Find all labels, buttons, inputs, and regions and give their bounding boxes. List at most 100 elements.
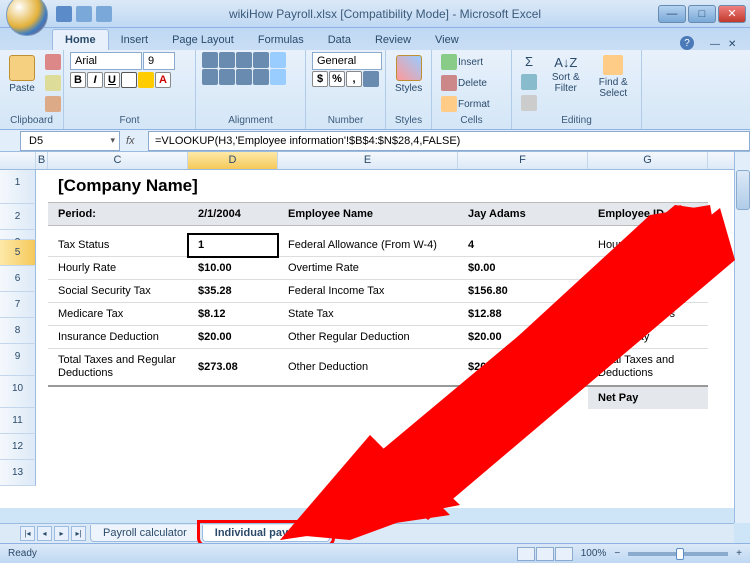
increase-decimal-button[interactable] xyxy=(363,71,379,87)
zoom-thumb[interactable] xyxy=(676,548,684,560)
vertical-scrollbar[interactable] xyxy=(734,152,750,523)
sheet-tab-payroll-calculator[interactable]: Payroll calculator xyxy=(90,525,200,542)
zoom-in-button[interactable]: + xyxy=(736,548,742,559)
close-button[interactable]: ✕ xyxy=(718,5,746,23)
format-cells-button[interactable]: Format xyxy=(438,94,493,114)
cell[interactable]: Total Taxes and Regular Deductions xyxy=(48,349,188,387)
insert-cells-button[interactable]: Insert xyxy=(438,52,486,72)
row-header[interactable]: 7 xyxy=(0,292,36,318)
font-size-box[interactable]: 9 xyxy=(143,52,175,70)
cell[interactable]: Total Taxes and Deductions xyxy=(588,349,708,387)
wrap-text-button[interactable] xyxy=(270,52,286,68)
merge-button[interactable] xyxy=(270,69,286,85)
cell[interactable]: Overtime Rate xyxy=(278,257,458,280)
cell[interactable]: Vacation Hours xyxy=(588,280,708,303)
cell[interactable]: 4 xyxy=(458,234,588,257)
cell[interactable]: Gross Pay xyxy=(588,326,708,349)
formula-input[interactable]: =VLOOKUP(H3,'Employee information'!$B$4:… xyxy=(148,131,750,151)
cell-d5[interactable]: 1 xyxy=(188,234,278,257)
undo-icon[interactable] xyxy=(76,6,92,22)
cell[interactable]: $20.00 xyxy=(188,326,278,349)
clear-button[interactable] xyxy=(518,93,540,113)
tab-formulas[interactable]: Formulas xyxy=(246,30,316,50)
save-icon[interactable] xyxy=(56,6,72,22)
col-header-d[interactable]: D xyxy=(188,152,278,169)
cell[interactable]: Hours Worked xyxy=(588,234,708,257)
minimize-ribbon-icon[interactable]: — xyxy=(710,39,724,50)
name-box[interactable]: D5 xyxy=(20,131,120,151)
orientation-button[interactable] xyxy=(253,52,269,68)
italic-button[interactable]: I xyxy=(87,72,103,88)
select-all-corner[interactable] xyxy=(0,152,36,169)
redo-icon[interactable] xyxy=(96,6,112,22)
font-color-button[interactable]: A xyxy=(155,72,171,88)
tab-page-layout[interactable]: Page Layout xyxy=(160,30,246,50)
paste-button[interactable]: Paste xyxy=(6,52,38,96)
cell[interactable]: Tax Status xyxy=(48,234,188,257)
row-header[interactable]: 13 xyxy=(0,460,36,486)
col-header-g[interactable]: G xyxy=(588,152,708,169)
row-header[interactable]: 1 xyxy=(0,170,36,204)
col-header-e[interactable]: E xyxy=(278,152,458,169)
scroll-thumb[interactable] xyxy=(736,170,750,210)
page-break-view-button[interactable] xyxy=(555,547,573,561)
cell[interactable]: Overtime Hours xyxy=(588,303,708,326)
format-painter-button[interactable] xyxy=(42,94,64,114)
zoom-out-button[interactable]: − xyxy=(614,548,620,559)
align-left-button[interactable] xyxy=(202,69,218,85)
col-header-c[interactable]: C xyxy=(48,152,188,169)
tab-insert[interactable]: Insert xyxy=(109,30,161,50)
row-header[interactable]: 8 xyxy=(0,318,36,344)
cell[interactable]: $35.28 xyxy=(188,280,278,303)
spreadsheet-grid[interactable]: B C D E F G 1 2 3 5 6 7 8 9 10 11 12 13 … xyxy=(0,152,750,508)
row-header[interactable]: 2 xyxy=(0,204,36,230)
page-layout-view-button[interactable] xyxy=(536,547,554,561)
bold-button[interactable]: B xyxy=(70,72,86,88)
align-top-button[interactable] xyxy=(202,52,218,68)
font-name-box[interactable]: Arial xyxy=(70,52,142,70)
cell[interactable]: Other Regular Deduction xyxy=(278,326,458,349)
cell[interactable]: $0.00 xyxy=(458,257,588,280)
normal-view-button[interactable] xyxy=(517,547,535,561)
row-header[interactable]: 3 xyxy=(0,230,36,240)
row-header[interactable]: 9 xyxy=(0,344,36,376)
copy-button[interactable] xyxy=(42,73,64,93)
row-header[interactable]: 6 xyxy=(0,266,36,292)
fill-color-button[interactable] xyxy=(138,72,154,88)
cell[interactable]: $8.12 xyxy=(188,303,278,326)
net-pay-cell[interactable]: Net Pay xyxy=(588,387,708,409)
cell[interactable]: Social Security Tax xyxy=(48,280,188,303)
row-header[interactable]: 10 xyxy=(0,376,36,408)
sheet-tab-individual-paystubs[interactable]: Individual paystubs xyxy=(202,525,331,542)
col-header-b[interactable]: B xyxy=(36,152,48,169)
tab-home[interactable]: Home xyxy=(52,29,109,50)
styles-button[interactable]: Styles xyxy=(392,52,425,96)
zoom-slider[interactable] xyxy=(628,552,728,556)
cell[interactable]: $10.00 xyxy=(188,257,278,280)
decrease-indent-button[interactable] xyxy=(253,69,269,85)
help-icon[interactable]: ? xyxy=(680,36,694,50)
cell[interactable]: Federal Income Tax xyxy=(278,280,458,303)
underline-button[interactable]: U xyxy=(104,72,120,88)
cell[interactable]: $156.80 xyxy=(458,280,588,303)
find-select-button[interactable]: Find & Select xyxy=(592,52,636,101)
cell[interactable]: Hourly Rate xyxy=(48,257,188,280)
autosum-button[interactable]: Σ xyxy=(518,52,540,71)
minimize-button[interactable]: — xyxy=(658,5,686,23)
cell[interactable]: Other Deduction xyxy=(278,349,458,387)
align-center-button[interactable] xyxy=(219,69,235,85)
row-header[interactable]: 11 xyxy=(0,408,36,434)
number-format-box[interactable]: General xyxy=(312,52,382,70)
cell[interactable]: Sick Hours xyxy=(588,257,708,280)
fill-button[interactable] xyxy=(518,72,540,92)
cell[interactable]: State Tax xyxy=(278,303,458,326)
tab-view[interactable]: View xyxy=(423,30,471,50)
row-header[interactable]: 5 xyxy=(0,240,36,266)
zoom-level[interactable]: 100% xyxy=(581,548,607,559)
fx-icon[interactable]: fx xyxy=(126,135,142,147)
close-workbook-icon[interactable]: ✕ xyxy=(728,39,742,50)
last-sheet-button[interactable]: ▸| xyxy=(71,526,86,541)
cell[interactable]: $20.00 xyxy=(458,349,588,387)
cut-button[interactable] xyxy=(42,52,64,72)
next-sheet-button[interactable]: ▸ xyxy=(54,526,69,541)
